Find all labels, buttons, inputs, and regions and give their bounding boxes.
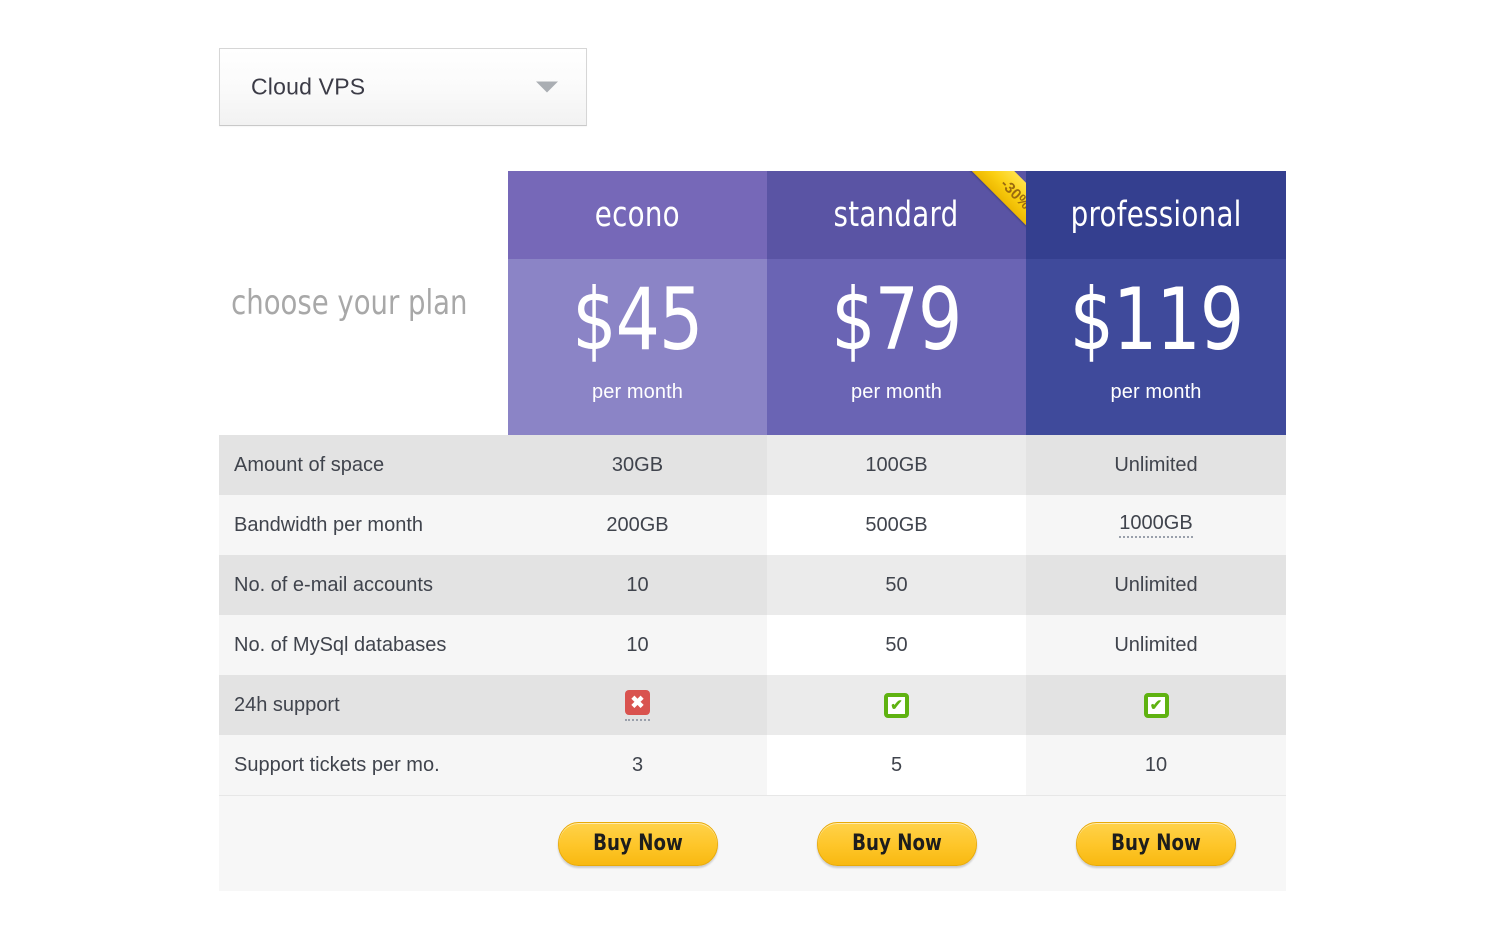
plan-type-select[interactable]: Cloud VPS [219, 48, 587, 126]
discount-ribbon-band: -30% [969, 171, 1026, 241]
tooltip-underline [625, 719, 650, 721]
feature-value-text: 30GB [612, 454, 663, 477]
feature-value-standard: 50 [767, 555, 1026, 615]
feature-value-text: 10 [626, 634, 648, 657]
feature-value-standard: 50 [767, 615, 1026, 675]
table-row: Bandwidth per month 200GB 500GB 1000GB [219, 495, 1286, 555]
feature-value-professional: 1000GB [1026, 495, 1286, 555]
plan-name-econo: econo [595, 195, 680, 235]
feature-value-text: 100GB [865, 454, 927, 477]
table-row: 24h support ✖ ✔ ✔ [219, 675, 1286, 735]
chevron-down-icon [536, 82, 558, 93]
feature-value-professional: Unlimited [1026, 615, 1286, 675]
check-icon[interactable]: ✔ [884, 693, 909, 718]
cta-cell-standard: Buy Now [767, 795, 1026, 891]
check-icon-glyph: ✔ [1144, 693, 1169, 718]
feature-value-text: 10 [626, 574, 648, 597]
plan-type-select-value: Cloud VPS [251, 74, 365, 101]
feature-value-text: Unlimited [1114, 574, 1197, 597]
feature-value-econo: 10 [508, 555, 767, 615]
feature-value-text: 10 [1145, 754, 1167, 777]
check-icon-glyph: ✔ [884, 693, 909, 718]
plan-name-standard: standard [834, 195, 959, 235]
price-period-econo: per month [592, 381, 683, 404]
discount-ribbon: -30% [954, 171, 1026, 243]
price-amount-professional: $119 [1069, 277, 1243, 363]
feature-label: 24h support [219, 675, 508, 735]
feature-value-text: 5 [891, 754, 902, 777]
price-period-standard: per month [851, 381, 942, 404]
feature-value-text: 500GB [865, 514, 927, 537]
feature-value-econo: 10 [508, 615, 767, 675]
plan-price-econo: $45 per month [508, 259, 767, 435]
buy-now-button-professional[interactable]: Buy Now [1076, 822, 1236, 866]
feature-label: Support tickets per mo. [219, 735, 508, 795]
feature-value-standard: 500GB [767, 495, 1026, 555]
price-period-professional: per month [1111, 381, 1202, 404]
pricing-header: choose your plan econo standard -30% pro… [219, 171, 1286, 435]
feature-value-text: 3 [632, 754, 643, 777]
feature-value-standard: 5 [767, 735, 1026, 795]
plan-header-professional: professional [1026, 171, 1286, 259]
feature-rows: Amount of space 30GB 100GB Unlimited Bandwid… [219, 435, 1286, 795]
table-row: No. of MySql databases 10 50 Unlimited [219, 615, 1286, 675]
feature-label: Bandwidth per month [219, 495, 508, 555]
feature-value-professional: Unlimited [1026, 435, 1286, 495]
cta-row: Buy Now Buy Now Buy Now [219, 795, 1286, 891]
feature-value-standard: ✔ [767, 675, 1026, 735]
price-amount-econo: $45 [572, 277, 702, 363]
price-amount-standard: $79 [831, 277, 961, 363]
plan-price-standard: $79 per month [767, 259, 1026, 435]
feature-value-text: 50 [885, 574, 907, 597]
table-row: No. of e-mail accounts 10 50 Unlimited [219, 555, 1286, 615]
feature-value-text: 50 [885, 634, 907, 657]
check-icon[interactable]: ✔ [1144, 693, 1169, 718]
feature-value-professional: 10 [1026, 735, 1286, 795]
pricing-table: choose your plan econo standard -30% pro… [219, 171, 1286, 886]
pricing-heading-cell: choose your plan [219, 171, 508, 435]
cross-icon-glyph: ✖ [625, 690, 650, 715]
feature-value-professional: ✔ [1026, 675, 1286, 735]
feature-value-econo: ✖ [508, 675, 767, 735]
cta-cell-econo: Buy Now [508, 795, 767, 891]
feature-value-econo: 3 [508, 735, 767, 795]
feature-value-text: 200GB [606, 514, 668, 537]
feature-value-text: Unlimited [1114, 634, 1197, 657]
plan-name-professional: professional [1071, 195, 1242, 235]
feature-value-econo: 200GB [508, 495, 767, 555]
table-row: Support tickets per mo. 3 5 10 [219, 735, 1286, 795]
page-title: choose your plan [231, 283, 467, 323]
feature-value-text: Unlimited [1114, 454, 1197, 477]
feature-value-professional: Unlimited [1026, 555, 1286, 615]
feature-value-econo: 30GB [508, 435, 767, 495]
feature-label: Amount of space [219, 435, 508, 495]
buy-now-button-econo[interactable]: Buy Now [557, 822, 717, 866]
cta-cell-professional: Buy Now [1026, 795, 1286, 891]
cross-icon[interactable]: ✖ [625, 690, 650, 721]
table-row: Amount of space 30GB 100GB Unlimited [219, 435, 1286, 495]
discount-ribbon-label: -30% [997, 175, 1026, 212]
feature-value-standard: 100GB [767, 435, 1026, 495]
plan-header-standard: standard -30% [767, 171, 1026, 259]
feature-value-text-hinted[interactable]: 1000GB [1119, 512, 1192, 538]
feature-label: No. of MySql databases [219, 615, 508, 675]
plan-price-professional: $119 per month [1026, 259, 1286, 435]
cta-cell-empty [219, 795, 508, 891]
buy-now-button-standard[interactable]: Buy Now [816, 822, 976, 866]
plan-header-econo: econo [508, 171, 767, 259]
feature-label: No. of e-mail accounts [219, 555, 508, 615]
